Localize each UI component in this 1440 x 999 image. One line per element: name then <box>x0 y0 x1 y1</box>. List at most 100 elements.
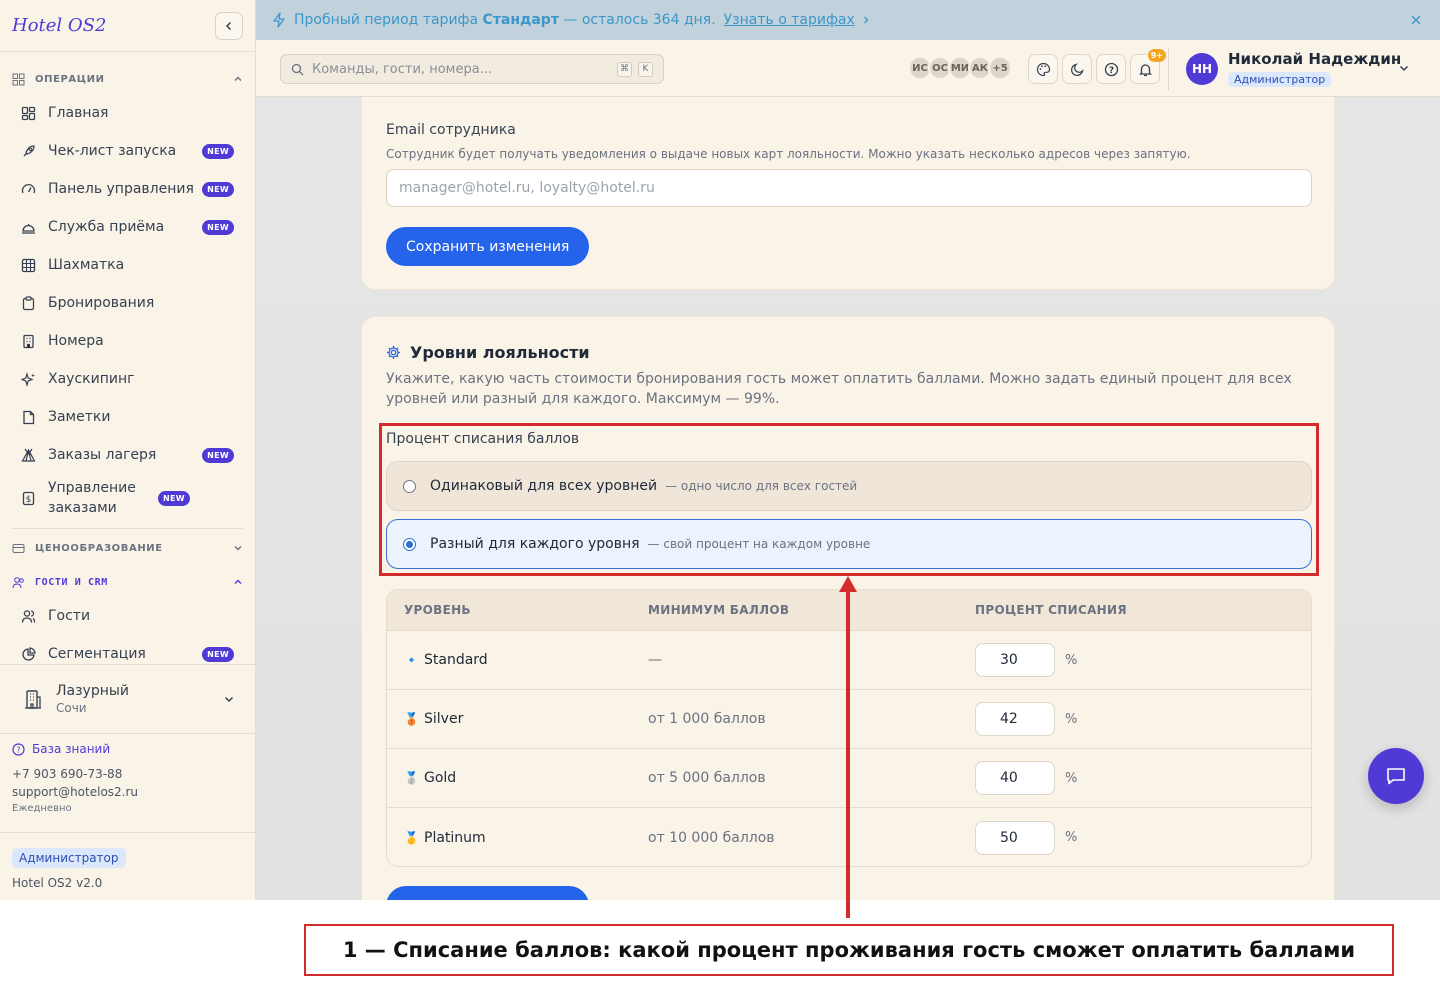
user-menu[interactable]: НН Николай Надеждин Администратор <box>1186 50 1401 87</box>
clipboard-icon <box>20 295 36 311</box>
level-name: Standard <box>424 652 488 668</box>
save-loyalty-button[interactable] <box>386 886 589 900</box>
help-button[interactable]: ? <box>1096 54 1126 84</box>
divider <box>1168 48 1169 90</box>
sidebar-item-label: Заметки <box>48 409 111 425</box>
option-same-for-all[interactable]: Одинаковый для всех уровней — одно число… <box>386 461 1312 511</box>
sidebar-item-label: Шахматка <box>48 257 125 273</box>
sidebar-item-label: Чек-лист запуска <box>48 143 177 159</box>
new-badge: NEW <box>202 181 234 197</box>
sidebar-item-home[interactable]: Главная <box>12 94 243 132</box>
app-logo[interactable]: Hotel OS2 <box>12 15 106 36</box>
radio-per-level[interactable] <box>403 537 416 551</box>
radio-same-for-all[interactable] <box>403 479 416 493</box>
gold-medal-icon: 🥇 <box>404 830 419 845</box>
section-operations[interactable]: ОПЕРАЦИИ <box>12 64 243 94</box>
chevron-up-icon <box>234 76 242 81</box>
trial-prefix: Пробный период тарифа <box>294 12 479 28</box>
new-badge: NEW <box>202 447 234 463</box>
loyalty-title: Уровни лояльности <box>410 343 590 362</box>
rocket-icon <box>20 143 36 159</box>
percent-cell: % <box>975 643 1077 677</box>
grid-icon <box>20 257 36 273</box>
sidebar-item-rooms[interactable]: Номера <box>12 322 243 360</box>
chevron-down-icon <box>234 546 242 551</box>
option-hint: — одно число для всех гостей <box>665 479 858 493</box>
option-per-level[interactable]: Разный для каждого уровня — свой процент… <box>386 519 1312 569</box>
moon-icon <box>1070 62 1084 76</box>
bronze-medal-icon: 🥉 <box>404 712 419 726</box>
sidebar-nav[interactable]: ОПЕРАЦИИ Главная Чек-лист запуска NEW Па… <box>0 52 255 664</box>
column-header-percent: ПРОЦЕНТ СПИСАНИЯ <box>975 603 1127 617</box>
percent-input[interactable] <box>975 761 1055 795</box>
save-changes-button[interactable]: Сохранить изменения <box>386 227 590 266</box>
staff-email-input[interactable] <box>386 169 1312 207</box>
section-pricing[interactable]: ЦЕНООБРАЗОВАНИЕ <box>12 533 243 563</box>
section-label: ОПЕРАЦИИ <box>35 73 105 85</box>
option-label: Разный для каждого уровня <box>430 536 640 552</box>
min-points-cell: от 5 000 баллов <box>648 770 766 786</box>
presence-more[interactable]: +5 <box>988 56 1012 80</box>
sidebar-item-guests[interactable]: Гости <box>12 597 243 635</box>
column-header-level: УРОВЕНЬ <box>404 603 471 617</box>
redemption-percent-label: Процент списания баллов <box>386 431 580 447</box>
tariffs-link[interactable]: Узнать о тарифах <box>724 12 855 28</box>
receipt-icon: $ <box>20 490 36 506</box>
search-icon <box>291 63 304 75</box>
notifications-button[interactable]: 9+ <box>1130 49 1166 84</box>
annotation-callout: 1 — Списание баллов: какой процент прожи… <box>304 924 1394 976</box>
chevron-up-icon <box>234 579 242 584</box>
online-users[interactable]: ИС ОС МИ АК +5 <box>908 56 1012 80</box>
sidebar-item-order-management[interactable]: $ Управление заказами NEW <box>12 474 243 522</box>
theme-palette-button[interactable] <box>1028 54 1058 84</box>
percent-sign: % <box>1065 711 1078 727</box>
support-phone[interactable]: +7 903 690-73-88 <box>12 765 243 783</box>
tent-icon <box>20 447 36 463</box>
sidebar-item-label: Сегментация <box>48 646 146 662</box>
close-banner-icon[interactable] <box>1410 14 1422 26</box>
level-cell: 🥉 Silver <box>404 711 463 727</box>
lightning-icon <box>273 12 285 28</box>
dark-mode-button[interactable] <box>1062 54 1092 84</box>
collapse-sidebar-button[interactable] <box>215 11 243 40</box>
percent-sign: % <box>1065 652 1078 668</box>
chevron-down-icon[interactable] <box>1398 62 1410 74</box>
sidebar: Hotel OS2 ОПЕРАЦИИ Главная Чек-лист запу… <box>0 0 256 900</box>
sidebar-item-housekeeping[interactable]: Хаускипинг <box>12 360 243 398</box>
pie-chart-icon <box>20 646 36 662</box>
silver-medal-icon: 🥈 <box>404 771 419 785</box>
sidebar-item-front-desk[interactable]: Служба приёма NEW <box>12 208 243 246</box>
section-guests-crm[interactable]: ГОСТИ И CRM <box>12 567 243 597</box>
app-window: Hotel OS2 ОПЕРАЦИИ Главная Чек-лист запу… <box>0 0 1440 900</box>
new-badge: NEW <box>202 143 234 159</box>
hotel-selector[interactable]: Лазурный Сочи <box>0 664 255 734</box>
command-search[interactable]: ⌘ K <box>280 54 664 84</box>
new-badge: NEW <box>202 219 234 235</box>
sidebar-item-notes[interactable]: Заметки <box>12 398 243 436</box>
sidebar-item-camp-orders[interactable]: Заказы лагеря NEW <box>12 436 243 474</box>
sidebar-item-chessboard[interactable]: Шахматка <box>12 246 243 284</box>
knowledge-base-link[interactable]: ? База знаний <box>12 742 243 756</box>
users-icon <box>20 608 36 624</box>
chevron-down-icon <box>224 696 234 703</box>
sidebar-item-label: Главная <box>48 105 109 121</box>
section-label: ЦЕНООБРАЗОВАНИЕ <box>35 542 163 554</box>
sidebar-item-segmentation[interactable]: Сегментация NEW <box>12 635 243 664</box>
sidebar-item-launch-checklist[interactable]: Чек-лист запуска NEW <box>12 132 243 170</box>
support-email[interactable]: support@hotelos2.ru <box>12 783 243 801</box>
sidebar-item-control-panel[interactable]: Панель управления NEW <box>12 170 243 208</box>
search-input[interactable] <box>312 61 611 77</box>
kbd-cmd: ⌘ <box>617 61 632 77</box>
hotel-city: Сочи <box>56 701 87 715</box>
percent-input[interactable] <box>975 820 1055 855</box>
loyalty-description: Укажите, какую часть стоимости бронирова… <box>386 371 1292 407</box>
chat-button[interactable] <box>1368 748 1424 804</box>
percent-input[interactable] <box>975 702 1055 736</box>
annotation-arrow <box>846 588 850 918</box>
sidebar-item-label: Номера <box>48 333 104 349</box>
hotel-info: Лазурный Сочи <box>56 683 223 715</box>
user-name: Николай Надеждин <box>1228 50 1402 68</box>
percent-cell: % <box>975 702 1077 736</box>
percent-input[interactable] <box>975 643 1055 677</box>
sidebar-item-bookings[interactable]: Бронирования <box>12 284 243 322</box>
